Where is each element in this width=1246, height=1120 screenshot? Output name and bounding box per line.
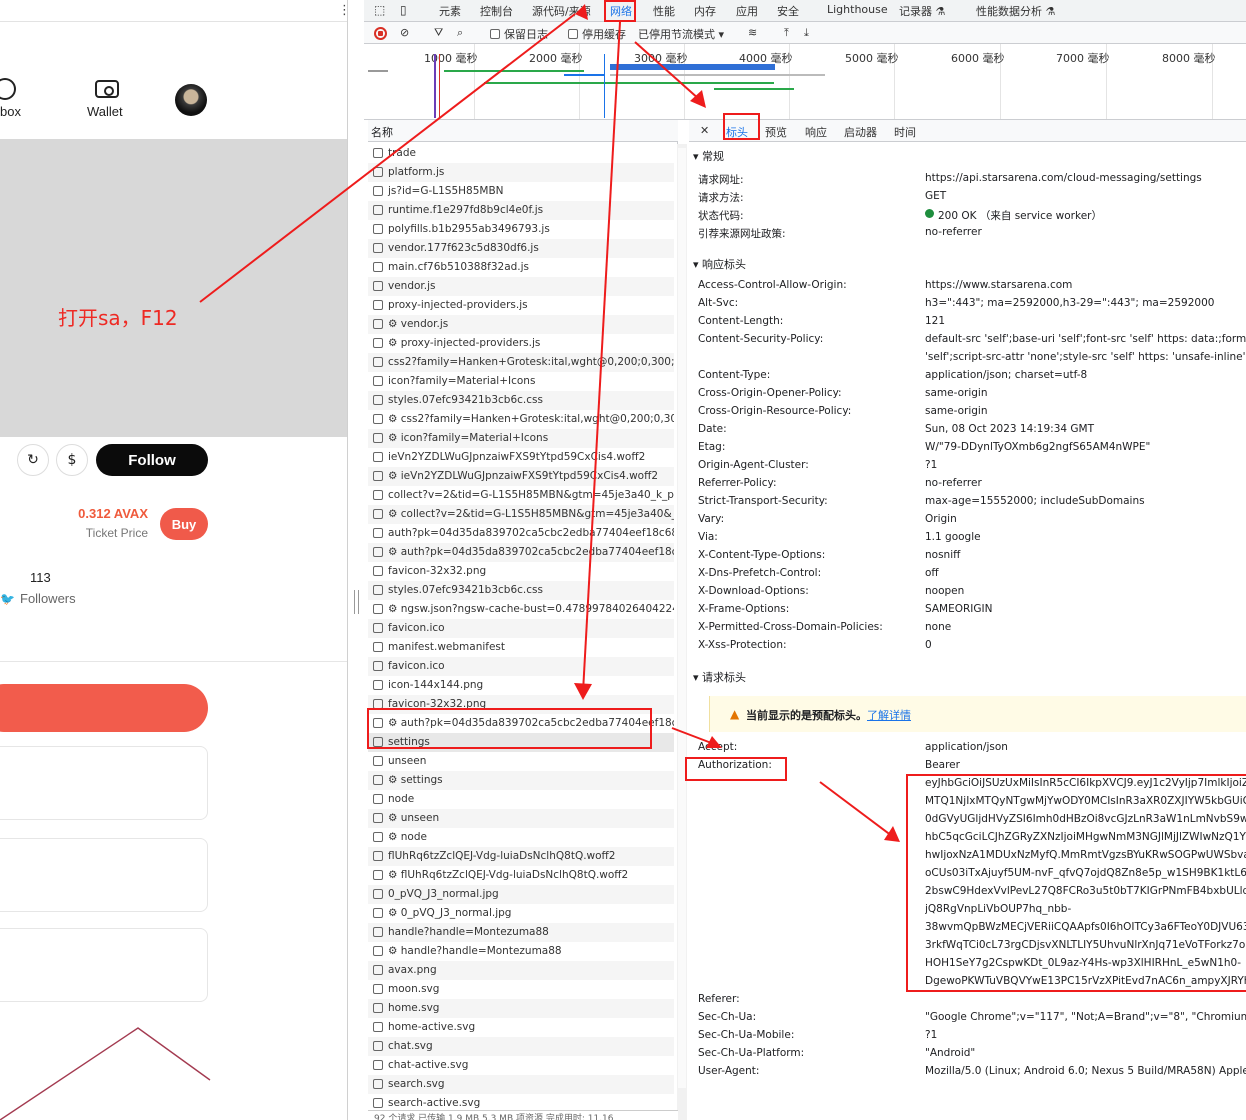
annotation-arrows	[199, 4, 900, 842]
screenshot-root: ⋮ box Wallet 打开sa，F12 ↻ $ Follow 0.312 A…	[0, 0, 1246, 1120]
